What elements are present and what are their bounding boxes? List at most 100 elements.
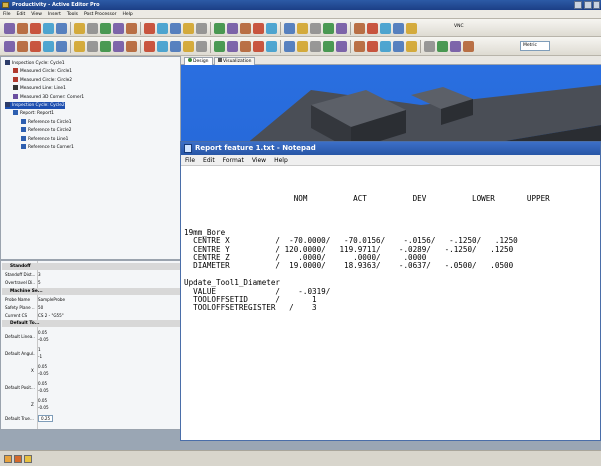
toolbar-tool-icon[interactable] xyxy=(336,23,347,34)
notepad-title-bar[interactable]: Report feature 1.txt - Notepad xyxy=(181,142,600,155)
menu-view[interactable]: View xyxy=(28,10,45,19)
toolbar-tool-icon[interactable] xyxy=(157,41,168,52)
property-row[interactable]: Current CS CS 2 - "G55" xyxy=(2,312,180,319)
toolbar-tool-icon[interactable] xyxy=(4,41,15,52)
true-position-input[interactable]: 0.25 xyxy=(38,414,54,422)
toolbar-tool-icon[interactable] xyxy=(43,41,54,52)
toolbar-tool-icon[interactable] xyxy=(310,23,321,34)
tree-item[interactable]: Reference to Circle1 xyxy=(21,118,71,126)
property-row[interactable]: Default True... 0.25 xyxy=(2,414,180,422)
toolbar-tool-icon[interactable] xyxy=(100,41,111,52)
toolbar-tool-icon[interactable] xyxy=(297,23,308,34)
property-row[interactable]: Probe Name SampleProbe xyxy=(2,296,180,303)
property-row[interactable]: Standoff Dist... 3 xyxy=(2,271,180,278)
toolbar-tool-icon[interactable] xyxy=(393,41,404,52)
tab-design[interactable]: Design xyxy=(184,57,213,65)
toolbar-tool-icon[interactable] xyxy=(284,41,295,52)
toolbar-tool-icon[interactable] xyxy=(406,23,417,34)
notepad-menu-view[interactable]: View xyxy=(248,155,270,166)
menu-post-processor[interactable]: Post Processor xyxy=(81,10,120,19)
status-icon-2[interactable] xyxy=(14,455,22,463)
property-row[interactable]: Safety Plane ... 50 xyxy=(2,304,180,311)
property-row[interactable]: Overtravel Di... 5 xyxy=(2,279,180,286)
toolbar-tool-icon[interactable] xyxy=(266,23,277,34)
toolbar-tool-icon[interactable] xyxy=(144,41,155,52)
toolbar-tool-icon[interactable] xyxy=(17,23,28,34)
notepad-menu-edit[interactable]: Edit xyxy=(199,155,219,166)
toolbar-tool-icon[interactable] xyxy=(253,41,264,52)
toolbar-tool-icon[interactable] xyxy=(126,41,137,52)
toolbar-tool-icon[interactable] xyxy=(100,23,111,34)
toolbar-tool-icon[interactable] xyxy=(323,41,334,52)
toolbar-tool-icon[interactable] xyxy=(266,41,277,52)
tree-item[interactable]: Measured Line: Line1 xyxy=(13,85,66,92)
toolbar-tool-icon[interactable] xyxy=(113,23,124,34)
toolbar-tool-icon[interactable] xyxy=(30,41,41,52)
tree-item[interactable]: Reference to Line1 xyxy=(21,135,68,143)
toolbar-tool-icon[interactable] xyxy=(354,23,365,34)
notepad-menu-help[interactable]: Help xyxy=(270,155,292,166)
property-group-header[interactable]: Standoff xyxy=(2,263,180,270)
tolerance-row[interactable]: Default Angul... 1 -1 xyxy=(2,346,180,362)
toolbar-tool-icon[interactable] xyxy=(196,23,207,34)
toolbar-tool-icon[interactable] xyxy=(463,41,474,52)
tree-item[interactable]: Measured 3D Corner: Corner1 xyxy=(13,93,84,101)
toolbar-tool-icon[interactable] xyxy=(240,23,251,34)
toolbar-tool-icon[interactable] xyxy=(284,23,295,34)
toolbar-tool-icon[interactable] xyxy=(87,41,98,52)
toolbar-tool-icon[interactable] xyxy=(406,41,417,52)
menu-file[interactable]: File xyxy=(0,10,14,19)
notepad-window[interactable]: Report feature 1.txt - Notepad File Edit F… xyxy=(180,141,601,441)
menu-help[interactable]: Help xyxy=(119,10,135,19)
toolbar-tool-icon[interactable] xyxy=(74,41,85,52)
toolbar-tool-icon[interactable] xyxy=(380,41,391,52)
toolbar-tool-icon[interactable] xyxy=(56,23,67,34)
status-icon-1[interactable] xyxy=(4,455,12,463)
toolbar-tool-icon[interactable] xyxy=(4,23,15,34)
toolbar-tool-icon[interactable] xyxy=(43,23,54,34)
maximize-button[interactable] xyxy=(584,1,592,9)
tolerance-row[interactable]: Default Linea... 0.05 -0.05 xyxy=(2,329,180,345)
toolbar-tool-icon[interactable] xyxy=(170,23,181,34)
tolerance-row[interactable]: Z 0.05 -0.05 xyxy=(2,397,180,413)
toolbar-tool-icon[interactable] xyxy=(74,23,85,34)
tolerance-row[interactable]: Default Posit...Y 0.05 -0.05 xyxy=(2,380,180,396)
tab-visualization[interactable]: Visualization xyxy=(214,57,256,65)
toolbar-tool-icon[interactable] xyxy=(196,41,207,52)
toolbar-tool-icon[interactable] xyxy=(380,23,391,34)
toolbar-tool-icon[interactable] xyxy=(354,41,365,52)
tree-item[interactable]: Report: Report1 xyxy=(13,110,54,117)
toolbar-tool-icon[interactable] xyxy=(227,41,238,52)
toolbar-tool-icon[interactable] xyxy=(227,23,238,34)
toolbar-tool-icon[interactable] xyxy=(367,23,378,34)
minimize-button[interactable] xyxy=(574,1,582,9)
toolbar-tool-icon[interactable] xyxy=(87,23,98,34)
toolbar-tool-icon[interactable] xyxy=(56,41,67,52)
toolbar-tool-icon[interactable] xyxy=(253,23,264,34)
toolbar-tool-icon[interactable] xyxy=(297,41,308,52)
close-button[interactable] xyxy=(593,1,600,9)
tree-item[interactable]: Inspection Cycle: Cycle2 xyxy=(5,102,65,109)
tree-item[interactable]: Reference to Corner1 xyxy=(21,144,74,151)
toolbar-tool-icon[interactable] xyxy=(424,41,435,52)
toolbar-tool-icon[interactable] xyxy=(214,23,225,34)
status-icon-3[interactable] xyxy=(24,455,32,463)
toolbar-tool-icon[interactable] xyxy=(144,23,155,34)
toolbar-tool-icon[interactable] xyxy=(240,41,251,52)
feature-tree[interactable]: Inspection Cycle: Cycle1 Measured Circle:… xyxy=(0,56,181,260)
toolbar-tool-icon[interactable] xyxy=(450,41,461,52)
toolbar-tool-icon[interactable] xyxy=(17,41,28,52)
menu-insert[interactable]: Insert xyxy=(45,10,64,19)
toolbar-tool-icon[interactable] xyxy=(170,41,181,52)
toolbar-tool-icon[interactable] xyxy=(157,23,168,34)
tree-item[interactable]: Measured Circle: Circle1 xyxy=(13,68,72,75)
property-group-header[interactable]: Default To... xyxy=(2,320,180,328)
toolbar-tool-icon[interactable] xyxy=(323,23,334,34)
property-group-header[interactable]: Machine Se... xyxy=(2,287,180,295)
toolbar-tool-icon[interactable] xyxy=(367,41,378,52)
toolbar-tool-icon[interactable] xyxy=(393,23,404,34)
units-dropdown[interactable]: Metric xyxy=(520,41,550,51)
menu-edit[interactable]: Edit xyxy=(14,10,29,19)
tree-item[interactable]: Inspection Cycle: Cycle1 xyxy=(5,60,65,67)
toolbar-tool-icon[interactable] xyxy=(336,41,347,52)
